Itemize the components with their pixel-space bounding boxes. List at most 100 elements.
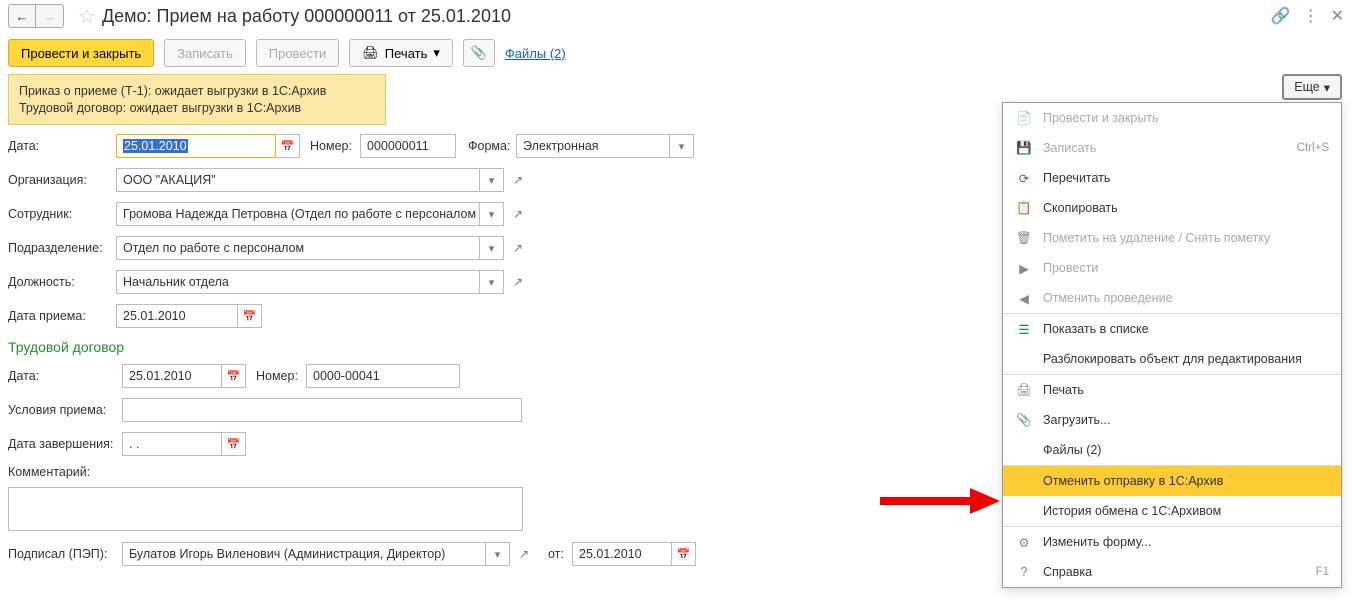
form-type-input[interactable]: Электронная [516,134,670,158]
favorite-star-icon[interactable]: ☆ [78,4,96,29]
dept-input[interactable]: Отдел по работе с персоналом [116,236,480,260]
contract-date-label: Дата: [8,369,122,383]
more-label: Еще [1294,80,1319,94]
attach-button[interactable]: 📎 [463,39,495,67]
menu-help[interactable]: ?СправкаF1 [1003,557,1341,587]
end-date-label: Дата завершения: [8,437,122,451]
number-input[interactable]: 000000011 [360,134,456,158]
unpost-icon: ◀ [1015,291,1033,306]
status-line-2: Трудовой договор: ожидает выгрузки в 1С:… [19,101,375,115]
copy-icon: 📋 [1015,201,1033,216]
close-icon[interactable]: ✕ [1331,6,1344,26]
signed-input[interactable]: Булатов Игорь Виленович (Администрация, … [122,542,486,566]
printer-icon: 🖨 [1015,383,1033,398]
dept-open-button[interactable]: ↗ [508,236,528,260]
delete-mark-icon: 🗑 [1015,231,1033,246]
menu-print[interactable]: 🖨Печать [1003,375,1341,405]
comment-textarea[interactable] [8,487,523,531]
menu-post-and-close[interactable]: 📄Провести и закрыть [1003,103,1341,133]
menu-unpost[interactable]: ◀Отменить проведение [1003,283,1341,313]
status-line-1: Приказ о приеме (Т-1): ожидает выгрузки … [19,84,375,98]
link-icon[interactable]: 🔗 [1271,6,1291,26]
org-dropdown-button[interactable]: ▾ [480,168,504,192]
menu-copy[interactable]: 📋Скопировать [1003,193,1341,223]
date-input[interactable]: 25.01.2010 [116,134,276,158]
date-calendar-button[interactable]: 📅 [276,134,300,158]
conditions-input[interactable] [122,398,522,422]
window-title: Демо: Прием на работу 000000011 от 25.01… [102,6,1271,27]
menu-post[interactable]: ▶Провести [1003,253,1341,283]
employee-dropdown-button[interactable]: ▾ [480,202,504,226]
menu-upload[interactable]: 📎Загрузить... [1003,405,1341,435]
employee-label: Сотрудник: [8,207,116,221]
employee-open-button[interactable]: ↗ [508,202,528,226]
menu-files[interactable]: Файлы (2) [1003,435,1341,465]
contract-number-label: Номер: [256,369,306,383]
end-date-input[interactable]: . . [122,432,222,456]
from-date-calendar-button[interactable]: 📅 [672,542,696,566]
paperclip-icon: 📎 [471,45,487,61]
signed-dropdown-button[interactable]: ▾ [486,542,510,566]
org-label: Организация: [8,173,116,187]
annotation-arrow [880,486,1000,519]
dept-dropdown-button[interactable]: ▾ [480,236,504,260]
files-link[interactable]: Файлы (2) [505,46,566,61]
menu-unlock[interactable]: Разблокировать объект для редактирования [1003,344,1341,374]
gear-icon: ⚙ [1015,535,1033,550]
menu-edit-form[interactable]: ⚙Изменить форму... [1003,527,1341,557]
more-button[interactable]: Еще ▾ [1282,74,1342,100]
position-label: Должность: [8,275,116,289]
paperclip-icon: 📎 [1015,413,1033,428]
form-type-label: Форма: [468,139,516,153]
signed-label: Подписал (ПЭП): [8,547,122,561]
org-input[interactable]: ООО "АКАЦИЯ" [116,168,480,192]
post-icon: ▶ [1015,261,1033,276]
save-button[interactable]: Записать [164,39,246,67]
from-date-input[interactable]: 25.01.2010 [572,542,672,566]
list-icon: ☰ [1015,322,1033,337]
employee-input[interactable]: Громова Надежда Петровна (Отдел по работ… [116,202,480,226]
print-dropdown-button[interactable]: 🖨 Печать ▾ [349,39,453,67]
printer-icon: 🖨 [362,45,379,61]
contract-date-input[interactable]: 25.01.2010 [122,364,222,388]
nav-back-button[interactable]: ← [8,4,36,28]
hire-date-calendar-button[interactable]: 📅 [238,304,262,328]
menu-mark-delete[interactable]: 🗑Пометить на удаление / Снять пометку [1003,223,1341,253]
post-and-close-button[interactable]: Провести и закрыть [8,39,154,67]
form-type-dropdown-button[interactable]: ▾ [670,134,694,158]
print-label: Печать [385,46,428,61]
from-label: от: [548,547,572,561]
signed-open-button[interactable]: ↗ [514,542,534,566]
contract-date-calendar-button[interactable]: 📅 [222,364,246,388]
chevron-down-icon: ▾ [433,45,440,61]
menu-show-in-list[interactable]: ☰Показать в списке [1003,314,1341,344]
position-dropdown-button[interactable]: ▾ [480,270,504,294]
menu-cancel-send-archive[interactable]: Отменить отправку в 1С:Архив [1003,466,1341,496]
document-icon: 📄 [1015,111,1033,126]
hire-date-label: Дата приема: [8,309,116,323]
menu-history-archive[interactable]: История обмена с 1С:Архивом [1003,496,1341,526]
status-notice: Приказ о приеме (Т-1): ожидает выгрузки … [8,74,386,125]
contract-number-input[interactable]: 0000-00041 [306,364,460,388]
number-label: Номер: [310,139,360,153]
position-open-button[interactable]: ↗ [508,270,528,294]
save-icon: 💾 [1015,141,1033,156]
comment-label: Комментарий: [8,465,122,479]
menu-reread[interactable]: ⟳Перечитать [1003,163,1341,193]
position-input[interactable]: Начальник отдела [116,270,480,294]
more-menu: 📄Провести и закрыть 💾ЗаписатьCtrl+S ⟳Пер… [1002,102,1342,588]
hire-date-input[interactable]: 25.01.2010 [116,304,238,328]
conditions-label: Условия приема: [8,403,122,417]
end-date-calendar-button[interactable]: 📅 [222,432,246,456]
date-value: 25.01.2010 [123,139,188,153]
kebab-menu-icon[interactable]: ⋮ [1303,6,1319,26]
chevron-down-icon: ▾ [1324,80,1330,95]
dept-label: Подразделение: [8,241,116,255]
post-button[interactable]: Провести [256,39,340,67]
help-icon: ? [1015,565,1033,579]
refresh-icon: ⟳ [1015,171,1033,186]
nav-forward-button[interactable]: → [36,4,64,28]
date-label: Дата: [8,139,116,153]
menu-save[interactable]: 💾ЗаписатьCtrl+S [1003,133,1341,163]
org-open-button[interactable]: ↗ [508,168,528,192]
